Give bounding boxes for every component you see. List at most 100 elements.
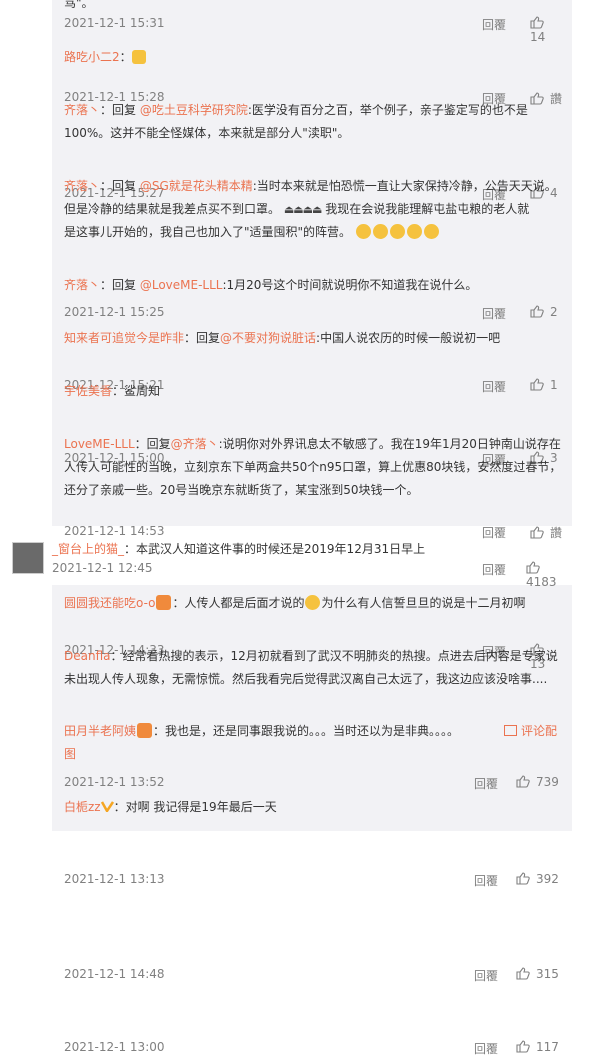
reply-button[interactable]: 回覆: [482, 561, 506, 578]
comment-text: ：经常看热搜的表示，12月初就看到了武汉不明肺炎的热搜。点进去后内容是专家说: [110, 649, 558, 663]
comment-meta: 2021-12-1 13:13 回覆 392: [64, 872, 564, 892]
image-comment-label[interactable]: 图: [64, 743, 564, 766]
like-count: 117: [536, 1040, 559, 1054]
reply-button[interactable]: 回覆: [474, 775, 498, 792]
reply-prefix: ：回复: [100, 179, 140, 193]
list-item: Deanfla：经常看热搜的表示，12月初就看到了武汉不明肺炎的热搜。点进去后内…: [64, 645, 564, 691]
comment-text: :说明你对外界讯息太不敏感了。我在19年1月20日钟南山说存在: [218, 437, 561, 451]
comment-text: 人传人可能性的当晚，立刻京东下单两盒共50个n95口罩，算上优惠80块钱，安然度…: [64, 460, 562, 474]
username-link[interactable]: 圆圆我还能吃o-o: [64, 596, 155, 610]
thumbs-up-icon: [530, 305, 544, 318]
doge-emoji-icon: [372, 224, 388, 239]
username-link[interactable]: 知来者可追觉今是昨非: [64, 331, 184, 345]
comment-text: ：我也是，还是同事跟我说的。。。当时还以为是非典。。。。: [153, 724, 460, 738]
badge-icon: [137, 723, 153, 738]
like-button[interactable]: 4183: [526, 561, 572, 589]
username-link[interactable]: 白栀zz: [64, 800, 101, 814]
comment-text: 是这事儿开始的，我自己也加入了"适量囤积"的阵营。: [64, 225, 352, 239]
comment-text: 但是冷静的结果就是我差点买不到口罩。: [64, 202, 281, 216]
doge-emoji-icon: [355, 224, 371, 239]
image-comment-label: 评论配: [521, 724, 558, 738]
mention-link[interactable]: @齐落丶: [171, 437, 219, 451]
comment-text: ：鲨周知: [112, 384, 161, 398]
like-count: 315: [536, 967, 559, 981]
username-link[interactable]: 齐落丶: [64, 179, 100, 193]
reply-prefix: ：回复: [100, 103, 140, 117]
comment-meta: 2021-12-1 13:52 回覆 739: [64, 775, 564, 795]
thumbs-up-icon: [516, 872, 530, 885]
like-count: 392: [536, 872, 559, 886]
reply-prefix: ：回复: [100, 278, 140, 292]
thumbs-up-icon: [516, 775, 530, 788]
comment-text: :中国人说农历的时候一般说初一吧: [316, 331, 501, 345]
list-item: _窗台上的猫_：本武汉人知道这件事的时候还是2019年12月31日早上: [52, 538, 572, 561]
avatar[interactable]: [12, 542, 44, 574]
timestamp: 2021-12-1 13:13: [64, 872, 165, 886]
comment-text: 100%。这并不能全怪媒体，本来就是部分人"渎职"。: [64, 126, 350, 140]
mention-link[interactable]: @LoveME-LLL: [140, 278, 223, 292]
comment-meta: 2021-12-1 14:48 回覆 315: [64, 967, 564, 987]
list-item: 知来者可追觉今是昨非：回复@不要对狗说脏话:中国人说农历的时候一般说初一吧: [64, 327, 564, 350]
like-button[interactable]: 315: [516, 967, 559, 981]
like-count: 4183: [526, 575, 557, 589]
image-icon: [504, 725, 517, 736]
username-link[interactable]: 齐落丶: [64, 278, 100, 292]
comment-text: ：对啊 我记得是19年最后一天: [113, 800, 277, 814]
like-button[interactable]: 117: [516, 1040, 559, 1054]
comment-text: 我现在会说我能理解屯盐屯粮的老人就: [325, 202, 530, 216]
timestamp: 2021-12-1 14:53: [64, 524, 165, 538]
thumbs-up-emoji-icon: [131, 50, 146, 64]
thumbs-up-icon: [530, 16, 544, 29]
like-count: 2: [550, 305, 558, 319]
list-item: 路吃小二2：: [64, 46, 564, 69]
like-button[interactable]: 14: [530, 16, 564, 44]
like-button[interactable]: 392: [516, 872, 559, 886]
list-item: 圆圆我还能吃o-o ：人传人都是后面才说的 为什么有人信誓旦旦的说是十二月初啊: [64, 592, 564, 615]
smile-emoji-icon: [305, 595, 321, 610]
timestamp: 2021-12-1 14:48: [64, 967, 165, 981]
timestamp: 2021-12-1 13:00: [64, 1040, 165, 1054]
username-link[interactable]: 宇佐美香: [64, 384, 112, 398]
comment-meta: 2021-12-1 12:45 回覆 4183: [52, 561, 572, 589]
doge-emoji-icon: [406, 224, 422, 239]
image-comment-link[interactable]: 评论配: [504, 720, 557, 743]
thumbs-up-icon: [526, 561, 540, 574]
reply-button[interactable]: 回覆: [474, 1040, 498, 1057]
doge-emoji-icon: [423, 224, 439, 239]
mention-link[interactable]: @吃土豆科学研究院: [140, 103, 248, 117]
mention-link[interactable]: @不要对狗说脏话: [220, 331, 316, 345]
thumbs-up-icon: [516, 967, 530, 980]
list-item: LoveME-LLL：回复@齐落丶:说明你对外界讯息太不敏感了。我在19年1月2…: [64, 433, 564, 502]
comment-text: 还分了亲戚一些。20号当晚京东就断货了，某宝涨到50块钱一个。: [64, 483, 419, 497]
reply-button[interactable]: 回覆: [482, 305, 506, 322]
comment-meta: 2021-12-1 13:00 回覆 117: [64, 1040, 564, 1060]
comment-text: :1月20号这个时间就说明你不知道我在说什么。: [222, 278, 478, 292]
comment-thread: 骂"。 2021-12-1 15:31 回覆 14 路吃小二2： 2021-12…: [0, 0, 592, 1056]
like-button[interactable]: 739: [516, 775, 559, 789]
username-link[interactable]: 田月半老阿姨: [64, 724, 136, 738]
list-item: 宇佐美香：鲨周知: [64, 380, 564, 403]
timestamp: 2021-12-1 12:45: [52, 561, 153, 575]
list-item: 田月半老阿姨 ：我也是，还是同事跟我说的。。。当时还以为是非典。。。。 评论配 图: [64, 720, 564, 766]
list-item: 齐落丶：回复 @LoveME-LLL:1月20号这个时间就说明你不知道我在说什么…: [64, 274, 564, 297]
reply-button[interactable]: 回覆: [474, 967, 498, 984]
reply-button[interactable]: 回覆: [482, 16, 506, 33]
mention-link[interactable]: @SG就是花头精本精: [140, 179, 253, 193]
username-link[interactable]: 齐落丶: [64, 103, 100, 117]
username-link[interactable]: 路吃小二2: [64, 50, 120, 64]
comment-text: :医学没有百分之百，举个例子，亲子鉴定写的也不是: [247, 103, 528, 117]
username-link[interactable]: LoveME-LLL: [64, 437, 135, 451]
comment-text: 未出现人传人现象，无需惊慌。然后我看完后觉得武汉离自己太远了，我这边应该没啥事.…: [64, 672, 548, 686]
comment-text: ：人传人都是后面才说的: [172, 596, 305, 610]
comment-text: :当时本来就是怕恐慌一直让大家保持冷静，公告天天说。: [252, 179, 557, 193]
candle-emoji-icon: ⏏⏏⏏⏏: [283, 203, 323, 216]
username-link[interactable]: Deanfla: [64, 649, 111, 663]
doge-emoji-icon: [389, 224, 405, 239]
like-button[interactable]: 2: [530, 305, 558, 319]
like-count: 739: [536, 775, 559, 789]
comment-text: 为什么有人信誓旦旦的说是十二月初啊: [321, 596, 526, 610]
reply-button[interactable]: 回覆: [474, 872, 498, 889]
reply-prefix: ：回复: [184, 331, 221, 345]
username-link[interactable]: _窗台上的猫_: [52, 542, 124, 556]
comment-text: ：本武汉人知道这件事的时候还是2019年12月31日早上: [124, 542, 426, 556]
